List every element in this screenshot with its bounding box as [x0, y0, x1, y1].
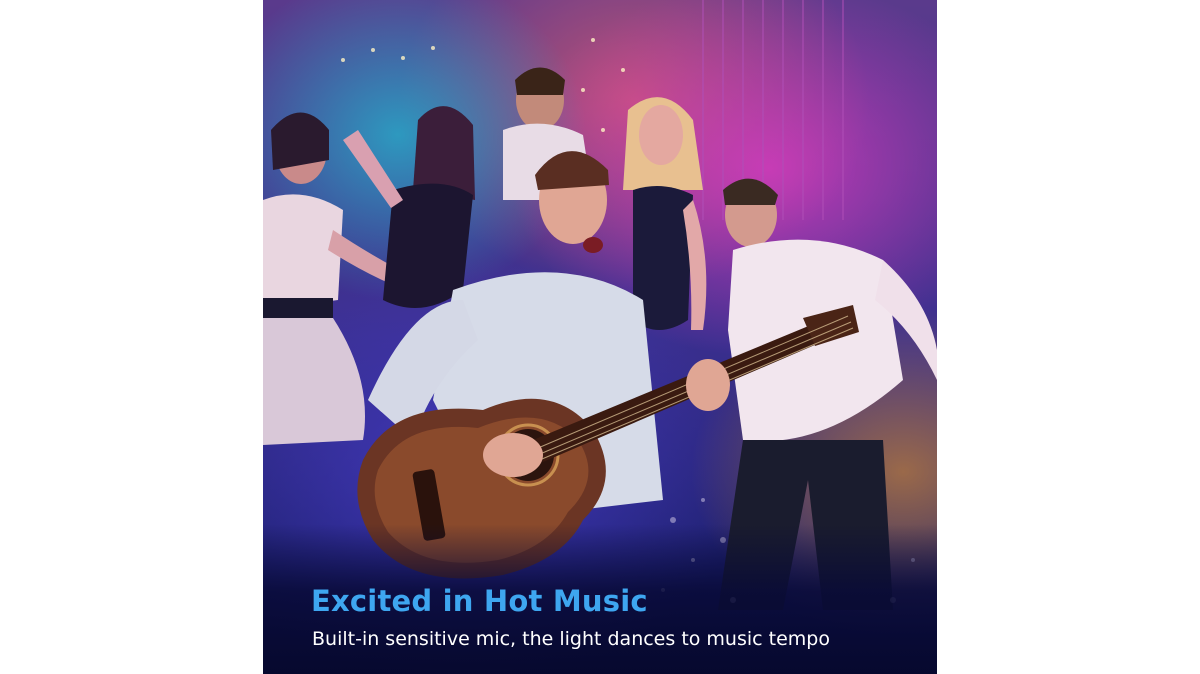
party-photo: Excited in Hot Music Built-in sensitive … — [263, 0, 937, 674]
string-lights — [341, 38, 645, 132]
light-curtain — [702, 0, 844, 220]
caption-headline: Excited in Hot Music — [311, 584, 648, 618]
woman-blonde — [623, 97, 707, 330]
woman-black-dress — [343, 106, 475, 308]
caption-subline: Built-in sensitive mic, the light dances… — [312, 628, 830, 650]
page: Excited in Hot Music Built-in sensitive … — [0, 0, 1200, 674]
